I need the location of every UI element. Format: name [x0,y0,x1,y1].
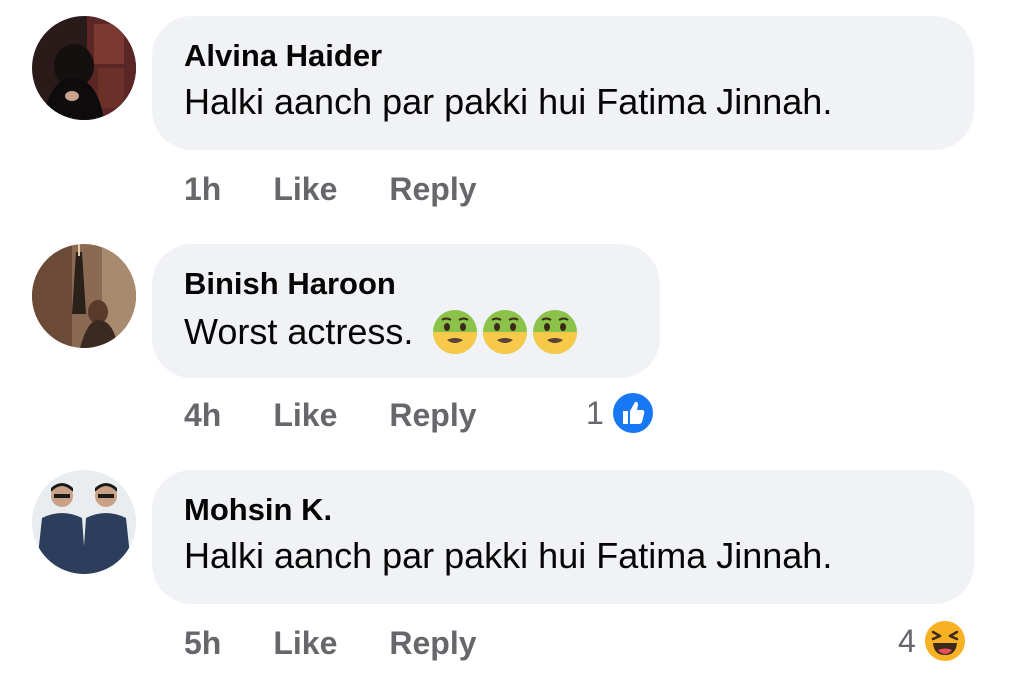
comment-time[interactable]: 4h [184,397,221,434]
avatar[interactable] [32,470,136,574]
avatar-image [32,244,136,348]
avatar[interactable] [32,244,136,348]
reaction-summary[interactable]: 1 [586,390,656,436]
reply-button[interactable]: Reply [389,171,476,208]
comment-bubble: Binish Haroon Worst actress. [152,244,660,378]
comment-3: Mohsin K. Halki aanch par pakki hui Fati… [0,458,1024,688]
comment-bubble: Alvina Haider Halki aanch par pakki hui … [152,16,974,150]
comment-time[interactable]: 5h [184,625,221,662]
comment-1: Alvina Haider Halki aanch par pakki hui … [0,0,1024,230]
like-button[interactable]: Like [273,625,337,662]
comment-author[interactable]: Alvina Haider [184,38,942,74]
haha-reaction-icon [922,619,967,663]
nauseated-face-icon [533,310,578,354]
like-reaction-icon [610,391,655,435]
avatar-image [32,470,136,574]
comment-author[interactable]: Mohsin K. [184,492,942,528]
comment-actions: 5h Like Reply [184,622,477,664]
avatar[interactable] [32,16,136,120]
comment-text: Halki aanch par pakki hui Fatima Jinnah. [184,534,942,578]
comment-bubble: Mohsin K. Halki aanch par pakki hui Fati… [152,470,974,604]
reaction-summary[interactable]: 4 [898,618,968,664]
like-button[interactable]: Like [273,397,337,434]
comment-text-content: Halki aanch par pakki hui Fatima Jinnah. [184,81,833,122]
avatar-image [32,16,136,120]
reply-button[interactable]: Reply [389,397,476,434]
comment-text-content: Halki aanch par pakki hui Fatima Jinnah. [184,535,833,576]
reply-button[interactable]: Reply [389,625,476,662]
like-button[interactable]: Like [273,171,337,208]
comment-text: Worst actress. [184,308,628,356]
comment-actions: 4h Like Reply [184,394,477,436]
comment-author[interactable]: Binish Haroon [184,266,628,302]
reaction-count: 4 [898,622,916,659]
nauseated-face-icon [483,310,528,354]
comment-time[interactable]: 1h [184,171,221,208]
nauseated-face-icon [433,310,478,354]
reaction-count: 1 [586,394,604,431]
comment-text-content: Worst actress. [184,311,414,352]
comment-text: Halki aanch par pakki hui Fatima Jinnah. [184,80,942,124]
emoji-row [431,308,579,356]
comment-2: Binish Haroon Worst actress. 4h Like Rep… [0,230,1024,460]
comment-actions: 1h Like Reply [184,168,477,210]
